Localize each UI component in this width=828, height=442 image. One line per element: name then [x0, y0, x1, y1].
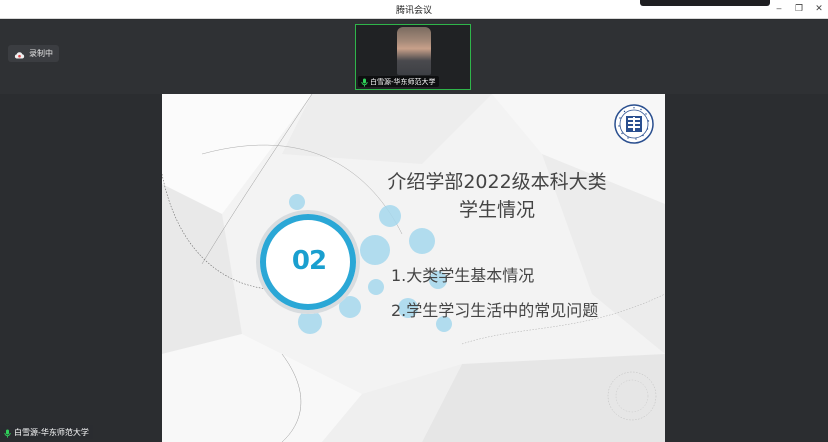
- close-button[interactable]: ✕: [810, 2, 828, 16]
- microphone-icon: [4, 423, 11, 442]
- slide-heading-line1: 介绍学部2022级本科大类: [387, 171, 607, 193]
- slide-list-item: 2.学生学习生活中的常见问题: [391, 301, 599, 320]
- slide-heading: 介绍学部2022级本科大类 学生情况: [362, 168, 632, 224]
- slide-list-item: 1.大类学生基本情况: [391, 266, 535, 285]
- participant-video: [397, 27, 431, 75]
- speaker-name-tag: 白雪源-华东师范大学: [358, 76, 439, 87]
- slide-heading-line2: 学生情况: [458, 199, 535, 221]
- self-name: 白雪源-华东师范大学: [14, 427, 89, 437]
- shared-slide: 介绍学部2022级本科大类 学生情况 02 1.大类学生基本情况 2.学生学习生…: [162, 94, 665, 442]
- self-name-tag: 白雪源-华东师范大学: [0, 425, 93, 439]
- university-logo: [614, 104, 654, 148]
- recording-badge[interactable]: 录制中: [8, 45, 59, 62]
- recording-label: 录制中: [29, 49, 53, 58]
- window-menu-popup: [640, 0, 770, 6]
- section-number: 02: [291, 246, 327, 276]
- restore-button[interactable]: ❐: [790, 2, 808, 16]
- speaker-video-tile[interactable]: 白雪源-华东师范大学: [355, 24, 471, 90]
- title-bar: 腾讯会议 ‒ ❐ ✕: [0, 0, 828, 19]
- minimize-button[interactable]: ‒: [770, 2, 788, 16]
- speaker-name: 白雪源-华东师范大学: [370, 77, 436, 86]
- microphone-icon: [361, 72, 368, 89]
- cloud-icon: [14, 44, 25, 63]
